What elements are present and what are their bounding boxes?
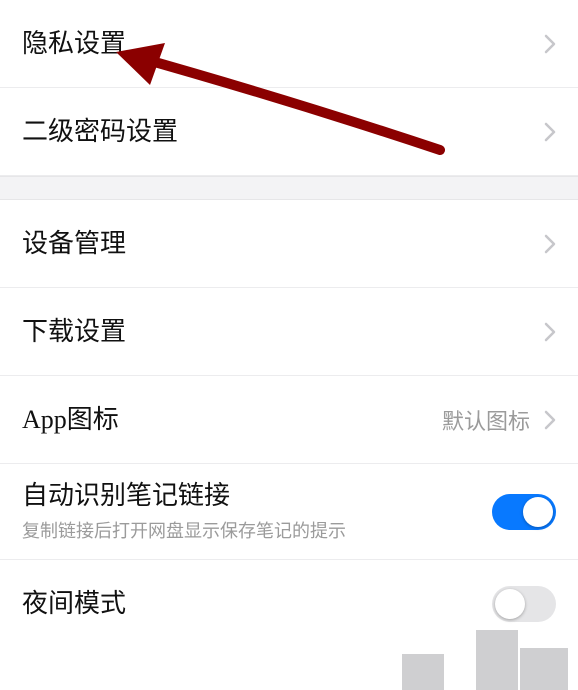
row-label: 下载设置 bbox=[22, 316, 544, 347]
row-privacy[interactable]: 隐私设置 bbox=[0, 0, 578, 88]
row-value: 默认图标 bbox=[442, 404, 530, 436]
row-devices[interactable]: 设备管理 bbox=[0, 200, 578, 288]
artifact bbox=[402, 654, 444, 690]
artifact bbox=[520, 648, 568, 690]
row-app-icon[interactable]: App图标 默认图标 bbox=[0, 376, 578, 464]
row-label: 设备管理 bbox=[22, 228, 544, 259]
row-label: 夜间模式 bbox=[22, 588, 492, 619]
toggle-switch[interactable] bbox=[492, 586, 556, 622]
settings-list: 隐私设置 二级密码设置 设备管理 下载设置 bbox=[0, 0, 578, 648]
row-auto-link[interactable]: 自动识别笔记链接 复制链接后打开网盘显示保存笔记的提示 bbox=[0, 464, 578, 560]
section-separator bbox=[0, 176, 578, 200]
row-label: 隐私设置 bbox=[22, 28, 544, 59]
chevron-right-icon bbox=[544, 34, 556, 54]
row-label: 自动识别笔记链接 bbox=[22, 480, 492, 511]
chevron-right-icon bbox=[544, 322, 556, 342]
row-download[interactable]: 下载设置 bbox=[0, 288, 578, 376]
artifact bbox=[476, 630, 518, 690]
chevron-right-icon bbox=[544, 234, 556, 254]
row-label: 二级密码设置 bbox=[22, 116, 544, 147]
row-label: App图标 bbox=[22, 404, 442, 435]
chevron-right-icon bbox=[544, 410, 556, 430]
row-secondary-pwd[interactable]: 二级密码设置 bbox=[0, 88, 578, 176]
toggle-switch[interactable] bbox=[492, 494, 556, 530]
row-subtitle: 复制链接后打开网盘显示保存笔记的提示 bbox=[22, 517, 492, 543]
chevron-right-icon bbox=[544, 122, 556, 142]
